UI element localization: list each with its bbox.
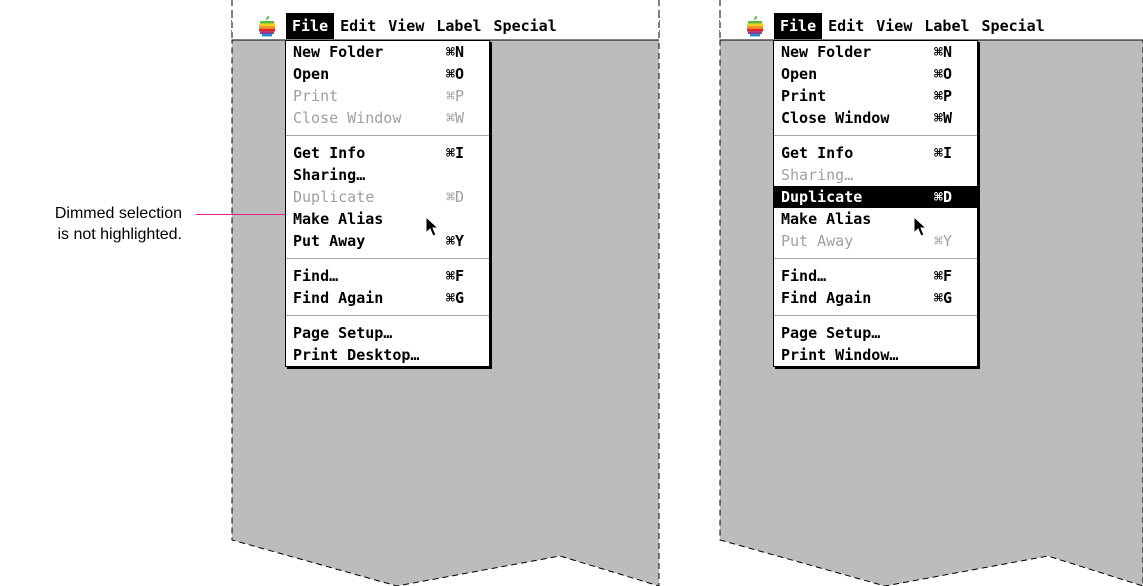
menu-item-find-again[interactable]: Find Again ⌘G	[286, 287, 489, 309]
menu-separator	[286, 309, 489, 322]
menu-item-label: Sharing…	[781, 166, 854, 184]
menu-item-label: Find Again	[293, 289, 384, 307]
menu-item-page-setup[interactable]: Page Setup…	[774, 322, 977, 344]
menu-separator	[286, 252, 489, 265]
menu-item-label: Find…	[293, 267, 339, 285]
menu-item-label: Print	[781, 87, 827, 105]
menu-title-edit[interactable]: Edit	[822, 13, 870, 39]
menu-item-put-away: Put Away ⌘Y	[774, 230, 977, 252]
menu-separator	[774, 309, 977, 322]
menu-item-label: Find Again	[781, 289, 872, 307]
menu-separator	[774, 129, 977, 142]
menu-separator	[286, 129, 489, 142]
menu-item-shortcut: ⌘G	[446, 289, 465, 307]
menu-title-label[interactable]: Label	[430, 13, 487, 39]
menu-item-label: Duplicate	[781, 188, 863, 206]
menu-item-find[interactable]: Find… ⌘F	[774, 265, 977, 287]
menu-item-label: Close Window	[293, 109, 402, 127]
menu-item-shortcut: ⌘I	[934, 144, 953, 162]
menu-separator	[774, 252, 977, 265]
menu-item-label: Find…	[781, 267, 827, 285]
menu-item-print[interactable]: Print ⌘P	[774, 85, 977, 107]
menu-item-label: Get Info	[781, 144, 854, 162]
menu-title-special[interactable]: Special	[488, 13, 563, 39]
menu-item-label: Close Window	[781, 109, 890, 127]
menu-item-find-again[interactable]: Find Again ⌘G	[774, 287, 977, 309]
menu-item-shortcut: ⌘I	[446, 144, 465, 162]
menu-item-close-window[interactable]: Close Window ⌘W	[774, 107, 977, 129]
menubar-right: File Edit View Label Special	[744, 13, 1051, 39]
menu-item-label: Print Desktop…	[293, 346, 420, 364]
arrow-pointer-icon	[913, 216, 928, 237]
menu-item-label: Duplicate	[293, 188, 375, 206]
menu-title-view[interactable]: View	[382, 13, 430, 39]
menu-item-shortcut: ⌘Y	[446, 232, 465, 250]
menu-item-shortcut: ⌘W	[446, 109, 465, 127]
menu-item-label: Open	[781, 65, 818, 83]
menu-title-edit[interactable]: Edit	[334, 13, 382, 39]
menu-item-close-window: Close Window ⌘W	[286, 107, 489, 129]
menu-item-page-setup[interactable]: Page Setup…	[286, 322, 489, 344]
menu-item-put-away[interactable]: Put Away ⌘Y	[286, 230, 489, 252]
callout-line-2: is not highlighted.	[57, 226, 182, 243]
menu-item-make-alias[interactable]: Make Alias	[774, 208, 977, 230]
menu-item-label: Make Alias	[781, 210, 872, 228]
menu-item-label: Get Info	[293, 144, 366, 162]
menu-item-new-folder[interactable]: New Folder ⌘N	[286, 41, 489, 63]
menu-item-shortcut: ⌘O	[934, 65, 953, 83]
menu-item-find[interactable]: Find… ⌘F	[286, 265, 489, 287]
menu-item-shortcut: ⌘Y	[934, 232, 953, 250]
menu-item-label: Make Alias	[293, 210, 384, 228]
menu-item-shortcut: ⌘P	[446, 87, 465, 105]
callout-text: Dimmed selection is not highlighted.	[0, 203, 182, 245]
menu-item-label: Page Setup…	[293, 324, 393, 342]
menu-item-print-desktop[interactable]: Print Desktop…	[286, 344, 489, 366]
menu-item-print-window[interactable]: Print Window…	[774, 344, 977, 366]
menu-item-open[interactable]: Open ⌘O	[286, 63, 489, 85]
menu-item-shortcut: ⌘N	[446, 43, 465, 61]
callout-leader-line	[196, 214, 292, 215]
apple-logo-icon[interactable]	[744, 14, 766, 38]
menubar-left: File Edit View Label Special	[256, 13, 563, 39]
menu-item-shortcut: ⌘D	[934, 188, 953, 206]
file-menu-right: New Folder ⌘N Open ⌘O Print ⌘P Close Window ⌘W G…	[773, 40, 978, 367]
callout-line-1: Dimmed selection	[54, 205, 182, 222]
menu-item-duplicate: Duplicate ⌘D	[286, 186, 489, 208]
menu-item-sharing: Sharing…	[774, 164, 977, 186]
menu-item-get-info[interactable]: Get Info ⌘I	[286, 142, 489, 164]
menu-item-label: Page Setup…	[781, 324, 881, 342]
menu-item-get-info[interactable]: Get Info ⌘I	[774, 142, 977, 164]
menu-item-label: Print	[293, 87, 339, 105]
menu-item-shortcut: ⌘W	[934, 109, 953, 127]
menu-title-view[interactable]: View	[870, 13, 918, 39]
menu-title-file[interactable]: File	[774, 13, 823, 39]
menu-item-sharing[interactable]: Sharing…	[286, 164, 489, 186]
menu-item-shortcut: ⌘N	[934, 43, 953, 61]
arrow-pointer-icon	[425, 216, 440, 237]
menu-item-label: Put Away	[781, 232, 854, 250]
menu-item-shortcut: ⌘P	[934, 87, 953, 105]
menu-item-shortcut: ⌘G	[934, 289, 953, 307]
menu-item-duplicate[interactable]: Duplicate ⌘D	[774, 186, 977, 208]
menu-title-label[interactable]: Label	[918, 13, 975, 39]
apple-logo-icon[interactable]	[256, 14, 278, 38]
menu-item-make-alias[interactable]: Make Alias	[286, 208, 489, 230]
menu-item-label: Open	[293, 65, 330, 83]
menu-title-file[interactable]: File	[286, 13, 335, 39]
menu-item-label: New Folder	[293, 43, 384, 61]
menu-item-shortcut: ⌘F	[446, 267, 465, 285]
menu-item-label: Print Window…	[781, 346, 899, 364]
file-menu-left: New Folder ⌘N Open ⌘O Print ⌘P Close Window ⌘W G…	[285, 40, 490, 367]
menu-item-open[interactable]: Open ⌘O	[774, 63, 977, 85]
menu-title-special[interactable]: Special	[976, 13, 1051, 39]
menu-item-label: New Folder	[781, 43, 872, 61]
menu-item-label: Sharing…	[293, 166, 366, 184]
menu-item-shortcut: ⌘F	[934, 267, 953, 285]
menu-item-label: Put Away	[293, 232, 366, 250]
menu-item-shortcut: ⌘D	[446, 188, 465, 206]
menu-item-print: Print ⌘P	[286, 85, 489, 107]
menu-item-new-folder[interactable]: New Folder ⌘N	[774, 41, 977, 63]
menu-item-shortcut: ⌘O	[446, 65, 465, 83]
